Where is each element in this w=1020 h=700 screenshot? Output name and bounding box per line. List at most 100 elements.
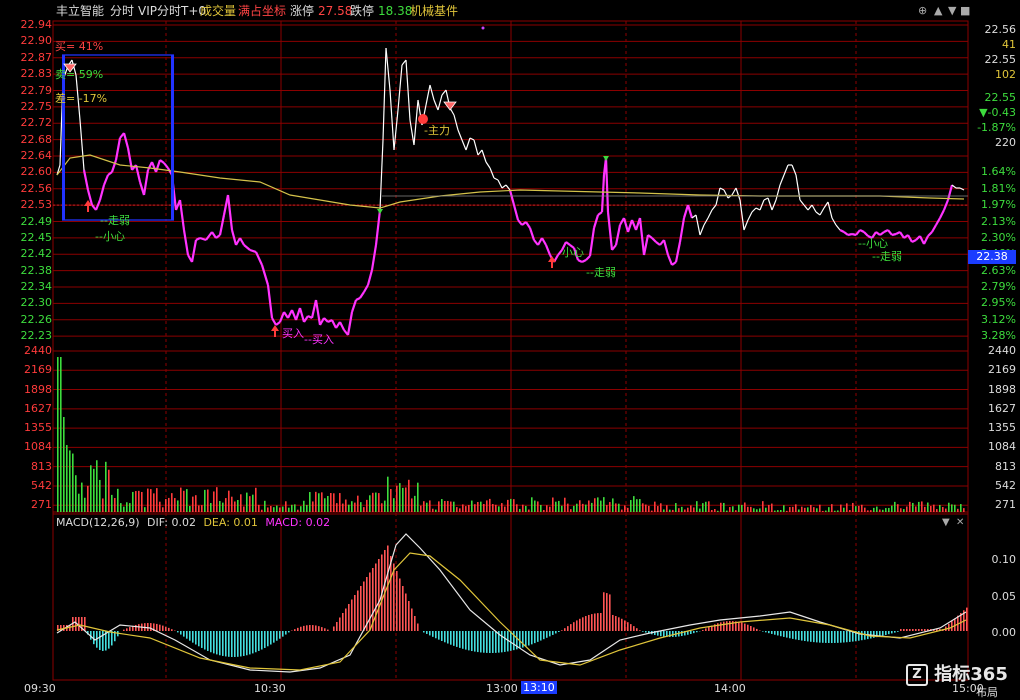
price-tick: 22.72	[20, 116, 53, 130]
price-line-segment	[839, 229, 845, 233]
volume-bar	[579, 500, 581, 512]
macd-histogram-bar	[726, 621, 728, 631]
volume-bar	[171, 493, 173, 512]
macd-histogram-bar	[822, 631, 824, 643]
price-tick: 22.75	[20, 99, 53, 113]
volume-bar	[549, 506, 551, 512]
volume-bar	[693, 507, 695, 512]
volume-bar	[546, 505, 548, 512]
macd-histogram-bar	[738, 621, 740, 631]
volume-bar	[285, 501, 287, 512]
volume-bar	[498, 506, 500, 512]
volume-bar	[633, 496, 635, 512]
macd-histogram-bar	[660, 631, 662, 637]
volume-bar	[231, 496, 233, 512]
macd-histogram-bar	[204, 631, 206, 650]
macd-histogram-bar	[645, 631, 647, 633]
volume-bar	[651, 510, 653, 512]
volume-bar	[420, 505, 422, 512]
volume-bar	[306, 504, 308, 512]
macd-histogram-bar	[636, 628, 638, 631]
volume-bar	[363, 507, 365, 512]
timeshare-chart[interactable]	[0, 0, 1020, 700]
volume-bar	[75, 475, 77, 512]
volume-bar	[189, 505, 191, 512]
volume-bar	[918, 501, 920, 512]
price-line-segment	[651, 237, 657, 243]
volume-bar	[771, 503, 773, 512]
macd-histogram-bar	[225, 631, 227, 657]
volume-tick: 813	[31, 459, 52, 473]
macd-histogram-bar	[795, 631, 797, 640]
macd-histogram-bar	[150, 623, 152, 631]
volume-bar	[303, 500, 305, 512]
macd-histogram-bar	[483, 631, 485, 653]
pct-tick: 1.97%	[981, 198, 1016, 212]
volume-bar	[915, 506, 917, 512]
macd-histogram-bar	[510, 631, 512, 651]
macd-histogram-bar	[570, 624, 572, 631]
macd-histogram-bar	[849, 631, 851, 642]
dea-value: 0.01	[233, 516, 258, 529]
macd-histogram-bar	[627, 622, 629, 631]
price-line-segment	[82, 169, 90, 191]
macd-close-icon[interactable]: ✕	[956, 517, 964, 528]
macd-histogram-bar	[552, 631, 554, 635]
volume-bar	[636, 499, 638, 512]
volume-bar	[492, 504, 494, 512]
macd-histogram-bar	[582, 617, 584, 631]
volume-bar	[513, 499, 515, 512]
volume-bar	[195, 495, 197, 512]
macd-histogram-bar	[159, 624, 161, 631]
macd-histogram-bar	[477, 631, 479, 653]
volume-bar	[126, 502, 128, 512]
macd-collapse-icon[interactable]: ▼	[942, 517, 950, 528]
volume-bar	[921, 501, 923, 512]
volume-bar	[768, 504, 770, 512]
volume-bar	[855, 506, 857, 512]
volume-bar	[615, 503, 617, 512]
volume-bar	[132, 491, 134, 512]
macd-histogram-bar	[723, 621, 725, 631]
volume-bar	[225, 498, 227, 512]
volume-bar	[96, 460, 98, 512]
macd-histogram-bar	[312, 625, 314, 631]
macd-histogram-bar	[402, 586, 404, 631]
macd-histogram-bar	[309, 625, 311, 631]
volume-bar	[108, 469, 110, 512]
volume-bar	[114, 498, 116, 512]
macd-histogram-bar	[489, 631, 491, 653]
pct-tick: 3.12%	[981, 312, 1016, 326]
macd-histogram-bar	[471, 631, 473, 652]
volume-bar	[216, 487, 218, 512]
volume-bar	[375, 492, 377, 512]
volume-tick: 813	[995, 459, 1016, 473]
layout-button[interactable]: 布局	[976, 684, 998, 700]
volume-bar	[654, 501, 656, 512]
volume-bar	[795, 504, 797, 512]
volume-bar	[699, 508, 701, 512]
volume-bar	[324, 498, 326, 512]
volume-bar	[210, 503, 212, 512]
volume-bar	[954, 504, 956, 512]
volume-bar	[87, 485, 89, 512]
quote-last: 22.55	[984, 91, 1017, 104]
volume-bar	[459, 508, 461, 512]
macd-histogram-bar	[759, 630, 761, 631]
volume-bar	[894, 501, 896, 512]
macd-histogram-bar	[111, 631, 113, 646]
price-line-segment	[473, 139, 479, 156]
macd-histogram-bar	[522, 631, 524, 648]
macd-histogram-bar	[426, 631, 428, 634]
macd-histogram-bar	[189, 631, 191, 641]
volume-bar	[690, 505, 692, 512]
volume-bar	[144, 507, 146, 512]
macd-histogram-bar	[495, 631, 497, 653]
volume-bar	[777, 510, 779, 512]
buy-pct: 买= 41%	[55, 40, 104, 53]
current-price-tag: 22.38	[968, 250, 1016, 264]
volume-bar	[732, 506, 734, 512]
volume-bar	[837, 510, 839, 512]
price-line-segment	[249, 248, 257, 254]
macd-histogram-bar	[288, 631, 290, 633]
